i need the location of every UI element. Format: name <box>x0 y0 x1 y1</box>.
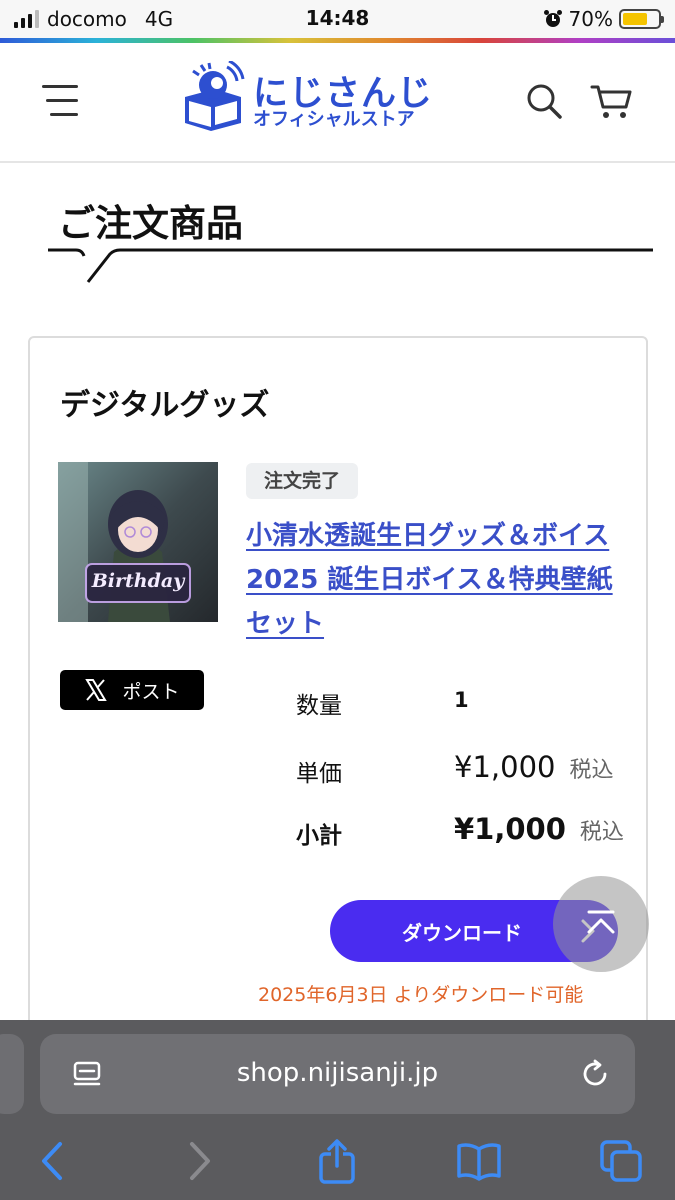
share-icon[interactable] <box>314 1138 360 1184</box>
logo-sub-text: オフィシャルストア <box>253 109 415 130</box>
battery-icon <box>619 9 664 29</box>
hamburger-icon[interactable] <box>42 85 82 119</box>
subtotal-value: ¥1,000 <box>454 812 566 846</box>
subtotal-label: 小計 <box>296 823 342 849</box>
scroll-to-top-button[interactable] <box>553 876 649 972</box>
status-bar: docomo 4G 14:48 70% <box>0 0 675 38</box>
bookmarks-icon[interactable] <box>456 1138 502 1184</box>
url-text: shop.nijisanji.jp <box>236 1058 439 1088</box>
site-logo[interactable]: にじさんじ オフィシャルストア <box>175 61 465 131</box>
download-label: ダウンロード <box>402 920 522 945</box>
x-post-label: ポスト <box>122 680 180 703</box>
site-header: にじさんじ オフィシャルストア <box>0 43 675 163</box>
thumbnail-birthday-text: Birthday <box>91 570 185 592</box>
title-underline <box>48 248 653 283</box>
page-title: ご注文商品 <box>58 202 243 245</box>
browser-toolbar: shop.nijisanji.jp <box>0 1020 675 1200</box>
battery-percent: 70% <box>568 7 613 31</box>
unit-price-label: 単価 <box>296 761 342 787</box>
search-icon[interactable] <box>524 81 564 121</box>
x-logo-icon <box>85 679 108 701</box>
status-badge: 注文完了 <box>246 463 359 499</box>
x-post-button[interactable]: ポスト <box>60 670 204 710</box>
unit-price: ¥1,000 税込 <box>454 750 614 784</box>
reload-icon[interactable] <box>579 1058 611 1090</box>
back-icon[interactable] <box>30 1138 76 1184</box>
alarm-icon <box>543 10 562 27</box>
product-title-link[interactable]: 小清水透誕生日グッズ＆ボイス2025 誕生日ボイス＆特典壁紙セット <box>246 514 626 646</box>
subtotal-tax: 税込 <box>579 820 624 845</box>
download-availability-note: 2025年6月3日 よりダウンロード可能 <box>258 984 584 1006</box>
cart-icon[interactable] <box>590 81 632 121</box>
forward-icon[interactable] <box>176 1138 222 1184</box>
address-bar[interactable]: shop.nijisanji.jp <box>40 1034 635 1114</box>
subtotal: ¥1,000 税込 <box>454 812 624 846</box>
product-image <box>58 462 218 622</box>
logo-mascot-icon <box>185 61 245 131</box>
arrow-up-icon <box>587 910 615 934</box>
quantity-label: 数量 <box>296 693 342 719</box>
previous-tab-preview[interactable] <box>0 1034 24 1114</box>
unit-price-value: ¥1,000 <box>454 750 556 784</box>
quantity-value: 1 <box>454 688 469 712</box>
category-heading: デジタルグッズ <box>60 388 270 423</box>
product-thumbnail[interactable]: Birthday <box>58 462 218 622</box>
status-right: 70% <box>543 7 664 31</box>
tabs-icon[interactable] <box>598 1138 644 1184</box>
unit-price-tax: 税込 <box>569 758 614 783</box>
battery-fill <box>623 13 647 25</box>
